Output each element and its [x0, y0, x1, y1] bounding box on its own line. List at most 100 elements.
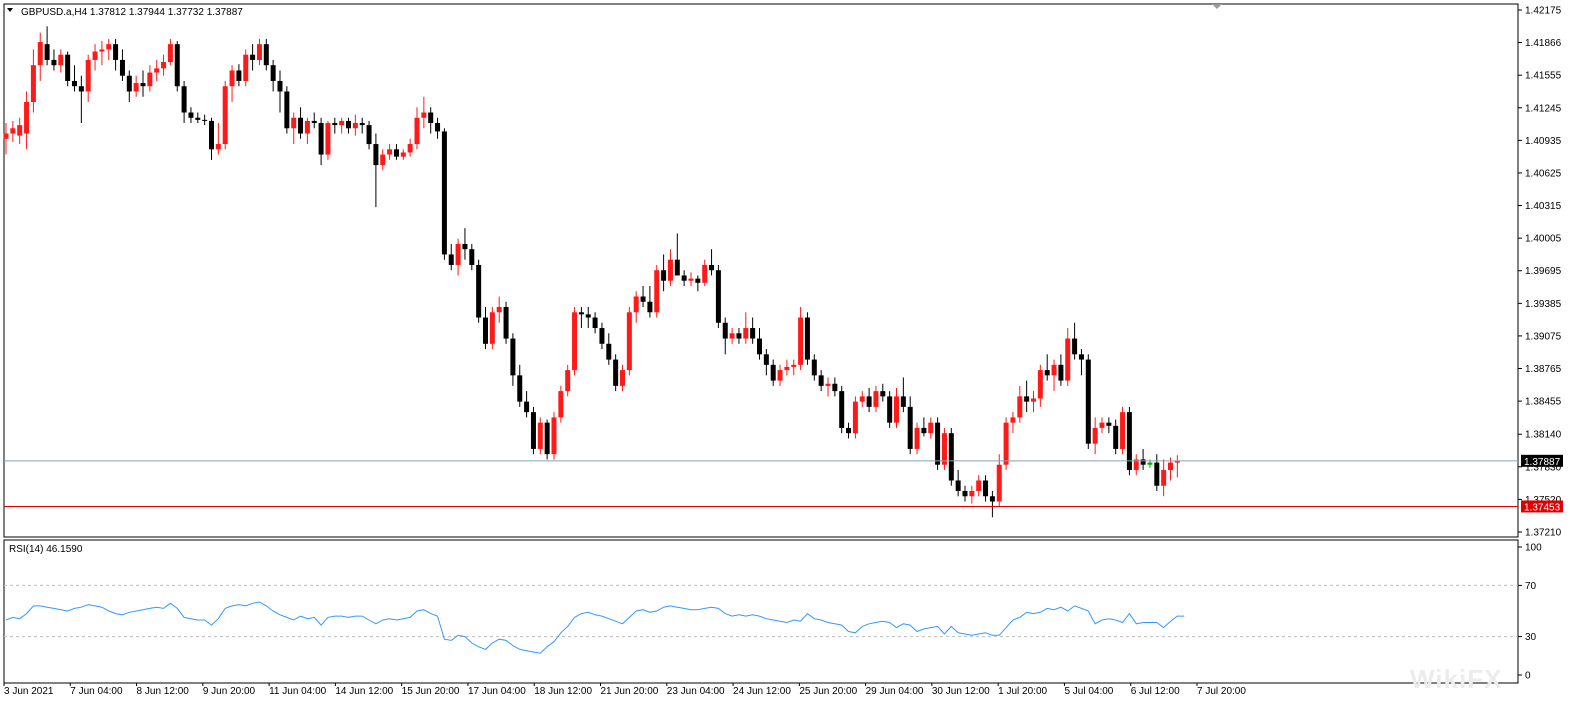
x-tick-label: 15 Jun 20:00 — [402, 686, 460, 697]
candle — [1133, 454, 1139, 476]
candle-body — [880, 391, 886, 397]
candle-body — [462, 243, 468, 250]
candle-body — [613, 359, 619, 386]
x-tick-label: 1 Jul 20:00 — [998, 686, 1047, 697]
candle-body — [78, 86, 84, 92]
candle-body — [688, 278, 694, 281]
candle — [592, 312, 598, 334]
candle-body — [380, 154, 386, 166]
rsi-tick-label: 70 — [1525, 581, 1537, 592]
rsi-tick-label: 100 — [1525, 543, 1542, 554]
y-tick-label: 1.40935 — [1525, 136, 1562, 147]
candle — [188, 107, 194, 124]
candle — [1010, 412, 1016, 434]
candle-body — [366, 125, 372, 145]
candle — [1072, 322, 1078, 360]
candle — [887, 391, 893, 428]
collapse-triangle-icon[interactable] — [7, 8, 13, 12]
candle — [578, 307, 584, 329]
candle-body — [763, 354, 769, 365]
candle — [400, 149, 406, 160]
chart-shift-marker-icon[interactable] — [1212, 4, 1222, 9]
candle — [620, 364, 625, 392]
candle — [284, 86, 290, 134]
candle — [880, 383, 886, 402]
candle — [537, 417, 543, 455]
candle — [291, 112, 297, 145]
candle-body — [702, 264, 708, 283]
candle — [256, 38, 262, 66]
candle — [202, 114, 208, 126]
candle-body — [640, 296, 646, 302]
candle-body — [236, 70, 242, 81]
candle-body — [770, 364, 776, 381]
candle-body — [44, 44, 50, 60]
candle — [530, 406, 536, 455]
candle-body — [243, 54, 249, 81]
candle — [298, 107, 304, 139]
candle-body — [469, 249, 475, 265]
candle-body — [900, 396, 906, 407]
x-tick-label: 23 Jun 04:00 — [667, 686, 725, 697]
candle — [1065, 328, 1071, 386]
candle-body — [804, 317, 810, 360]
candle-body — [209, 120, 214, 150]
candle-body — [983, 480, 989, 497]
candle — [976, 475, 982, 497]
candle-body — [24, 101, 30, 134]
candle-body — [229, 70, 235, 87]
candle-body — [667, 259, 673, 281]
candle-body — [147, 72, 153, 87]
candle — [99, 41, 105, 66]
candle — [222, 80, 228, 150]
candle-body — [339, 120, 345, 126]
candle — [667, 249, 673, 286]
candle — [359, 117, 365, 134]
candle-body — [626, 312, 632, 371]
candle — [846, 422, 852, 439]
level-price-label: 1.37453 — [1524, 502, 1561, 513]
rsi-line — [5, 601, 1185, 654]
candle-body — [544, 422, 550, 455]
candle — [373, 133, 379, 208]
candle-body — [750, 328, 756, 339]
candle-body — [928, 422, 934, 434]
y-tick-label: 1.41866 — [1525, 38, 1562, 49]
candle — [435, 117, 441, 139]
candle — [167, 38, 173, 66]
candle — [17, 117, 23, 145]
chart-canvas[interactable]: 1.42175 1.41866 1.41555 1.41245 1.40935 1.406… — [0, 0, 1584, 712]
candle-body — [332, 123, 338, 126]
candle-body — [448, 254, 454, 265]
candle — [1126, 406, 1132, 476]
candle — [503, 301, 509, 344]
candle-body — [825, 383, 831, 386]
candles-layer — [3, 26, 1180, 518]
candle — [688, 272, 694, 286]
candle — [1003, 417, 1009, 470]
y-tick-label: 1.39385 — [1525, 299, 1562, 310]
candle — [161, 54, 167, 76]
rsi-header: RSI(14) 46.1590 — [9, 544, 83, 555]
candle-body — [859, 396, 865, 402]
candle — [955, 469, 961, 497]
candle — [229, 65, 235, 102]
candle — [763, 349, 769, 376]
candle — [736, 328, 742, 344]
candle — [524, 391, 530, 418]
candle — [702, 259, 708, 286]
candle-body — [846, 427, 852, 434]
y-tick-label: 1.40315 — [1525, 201, 1562, 212]
candle-body — [887, 396, 893, 423]
candle — [1017, 385, 1023, 423]
candle-body — [578, 312, 584, 315]
y-tick-label: 1.42175 — [1525, 6, 1562, 17]
candle-body — [852, 401, 858, 434]
candle-body — [729, 333, 735, 339]
candle-body — [250, 54, 256, 60]
candle — [674, 233, 680, 276]
candle — [873, 385, 879, 413]
candle — [92, 44, 98, 71]
candle-body — [1072, 338, 1078, 355]
candle — [270, 59, 276, 92]
